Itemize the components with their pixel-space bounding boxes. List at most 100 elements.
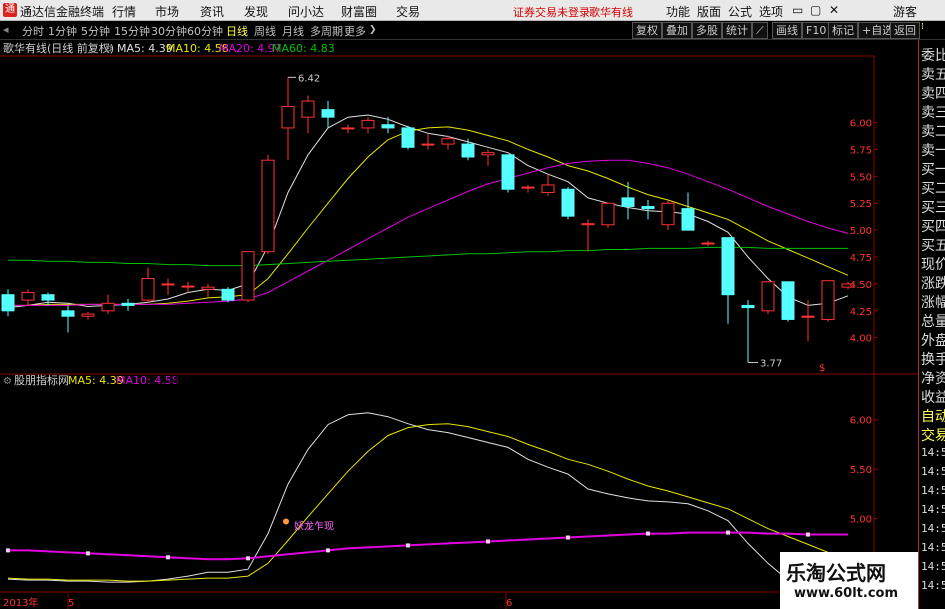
y-tick-label: 5.00 xyxy=(850,226,872,237)
tab-15min[interactable]: 15分钟 xyxy=(114,23,150,39)
ma58-dot xyxy=(86,551,90,556)
candle-body xyxy=(541,184,555,193)
candle-body xyxy=(761,281,775,312)
back-button[interactable]: 返回 xyxy=(890,22,920,39)
candle-body xyxy=(301,100,315,118)
guest-label[interactable]: 游客 xyxy=(893,3,917,20)
side-item: 净资 xyxy=(921,371,945,387)
more-chevron-icon[interactable]: ❯ xyxy=(369,25,377,35)
mark-button[interactable]: 标记 xyxy=(828,22,858,39)
y-tick-label: 5.50 xyxy=(850,172,872,183)
y-tick-label: 4.75 xyxy=(850,253,872,264)
close-icon[interactable]: ✕ xyxy=(829,3,839,17)
tab-5min[interactable]: 5分钟 xyxy=(81,23,110,39)
y-tick-label: 4.00 xyxy=(850,334,872,345)
x-label-may: 5 xyxy=(68,598,74,609)
menu-options[interactable]: 选项 xyxy=(759,3,783,20)
main-panel-title: 歌华有线(日线 前复权) xyxy=(3,41,114,55)
tick-time: 14:56 xyxy=(921,446,945,459)
auto-trade-label[interactable]: 交易 xyxy=(921,425,945,445)
dollar-marker-icon: $ xyxy=(819,363,825,374)
tab-60min[interactable]: 60分钟 xyxy=(187,23,223,39)
menu-discover[interactable]: 发现 xyxy=(244,3,268,20)
candle-body xyxy=(181,285,195,288)
ma58-dot xyxy=(246,556,250,561)
menu-function[interactable]: 功能 xyxy=(666,3,690,20)
sub-line-ma5 xyxy=(7,412,849,584)
tab-multi-period[interactable]: 多周期 xyxy=(310,23,343,39)
candle-body xyxy=(321,109,335,118)
tab-monthly[interactable]: 月线 xyxy=(282,23,304,39)
stats-button[interactable]: 统计 xyxy=(722,22,752,39)
candle-body xyxy=(121,302,135,306)
ma58-dot xyxy=(726,530,730,535)
tab-more[interactable]: 更多 xyxy=(344,23,366,39)
menu-wealth[interactable]: 财富圈 xyxy=(341,3,377,20)
candle-body xyxy=(1,294,15,312)
candle-body xyxy=(241,251,255,301)
tab-timeshare[interactable]: 分时 xyxy=(22,23,44,39)
y-tick-label: 4.25 xyxy=(850,307,872,318)
sub-panel-settings-icon[interactable]: ⚙ xyxy=(3,376,12,387)
menu-trade[interactable]: 交易 xyxy=(396,3,420,20)
candle-body xyxy=(281,105,295,129)
side-item: 卖二 xyxy=(921,124,945,140)
side-item: 买二 xyxy=(921,181,945,197)
candle-body xyxy=(661,202,675,226)
overlay-button[interactable]: 叠加 xyxy=(662,22,692,39)
candle-body xyxy=(741,304,755,309)
candle-body xyxy=(461,143,475,158)
menu-quotes[interactable]: 行情 xyxy=(112,3,136,20)
main-indicator-ma5: MA5: 4.39 xyxy=(117,42,173,55)
tab-1min[interactable]: 1分钟 xyxy=(48,23,77,39)
candle-body xyxy=(81,313,95,317)
restore-icon[interactable]: ▢ xyxy=(810,3,821,17)
sub-y-tick-label: 5.00 xyxy=(850,515,872,526)
side-item: 卖五 xyxy=(921,67,945,83)
signal-label: 妖龙乍现 xyxy=(294,520,334,533)
side-item: 卖四 xyxy=(921,86,945,102)
sub-line-ma58 xyxy=(8,531,848,561)
candle-body xyxy=(261,159,275,253)
collapse-icon[interactable]: ◂ xyxy=(3,23,9,36)
menu-formula[interactable]: 公式 xyxy=(728,3,752,20)
app-logo-icon: 通 xyxy=(3,3,17,17)
quote-side-panel[interactable]: ⁞ 委比 卖五 卖四 卖三 卖二 卖一 买一 买二 买三 买四 买五 现价 涨跌… xyxy=(918,23,945,609)
auto-trade-label[interactable]: 自动 xyxy=(921,406,945,426)
multi-stock-button[interactable]: 多股 xyxy=(692,22,722,39)
watermark-url: www.60lt.com xyxy=(794,586,899,601)
draw-line-button[interactable]: 画线 xyxy=(772,22,802,39)
menu-market[interactable]: 市场 xyxy=(155,3,179,20)
sub-y-tick-label: 5.50 xyxy=(850,465,872,476)
candle-body xyxy=(401,127,415,148)
side-item: 涨幅 xyxy=(921,295,945,311)
tab-30min[interactable]: 30分钟 xyxy=(151,23,187,39)
side-item: 买一 xyxy=(921,162,945,178)
tab-weekly[interactable]: 周线 xyxy=(254,23,276,39)
app-title: 通达信金融终端 xyxy=(20,5,105,19)
tick-time: 14:56 xyxy=(921,465,945,478)
watermark-title: 乐淘公式网 xyxy=(786,561,886,585)
minimize-icon[interactable]: ▭ xyxy=(792,3,803,17)
side-item: 委比 xyxy=(921,48,945,64)
ma58-dot xyxy=(6,548,10,553)
menu-layout[interactable]: 版面 xyxy=(697,3,721,20)
chart-area[interactable]: 6.00 5.75 5.50 5.25 5.00 4.75 4.50 4.25 4.00 6.00… xyxy=(0,40,918,609)
candle-body xyxy=(721,237,735,296)
panel-settings-icon[interactable]: ⚙ xyxy=(104,44,113,55)
side-panel-code-icon: ⁞ xyxy=(921,22,924,32)
f10-button[interactable]: F10 xyxy=(802,22,831,39)
candlestick-series[interactable] xyxy=(1,77,855,363)
ma58-dot xyxy=(566,535,570,540)
sub-line-ma10 xyxy=(7,423,849,582)
ma58-dot xyxy=(806,532,810,537)
candle-body xyxy=(341,127,355,130)
menu-news[interactable]: 资讯 xyxy=(200,3,224,20)
login-notice[interactable]: 证券交易未登录 xyxy=(513,4,590,20)
adjust-button[interactable]: 复权 xyxy=(632,22,662,39)
period-toolbar: ◂ 分时 1分钟 5分钟 15分钟 30分钟 60分钟 日线 周线 月线 多周期… xyxy=(0,21,945,40)
menu-ask[interactable]: 问小达 xyxy=(288,3,324,20)
tab-daily[interactable]: 日线 xyxy=(226,23,248,39)
draw-line-icon[interactable]: ⟋ xyxy=(752,22,768,39)
side-item: 涨跌 xyxy=(921,276,945,292)
